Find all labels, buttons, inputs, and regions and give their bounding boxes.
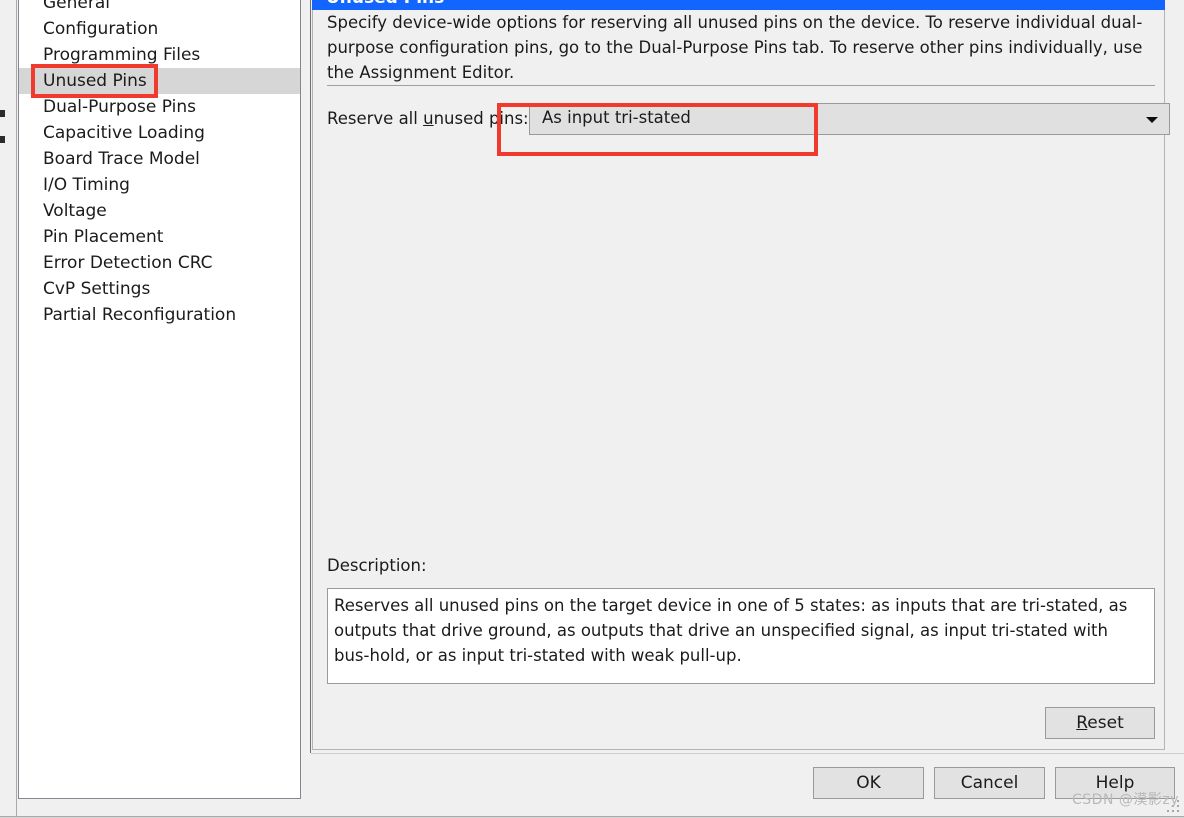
intro-description-text: Specify device-wide options for reservin… bbox=[327, 13, 1143, 82]
reserve-all-unused-pins-label: Reserve all unused pins: bbox=[327, 109, 529, 128]
sidebar-item-label: Board Trace Model bbox=[43, 149, 200, 169]
sidebar-item-voltage[interactable]: Voltage bbox=[19, 198, 300, 224]
unused-pins-dialog: Unused Pins Specify device-wide options … bbox=[310, 0, 1184, 753]
sidebar-item-general[interactable]: General bbox=[19, 0, 300, 16]
category-tree-panel[interactable]: General Configuration Programming Files Unu… bbox=[18, 0, 301, 799]
edge-artifact-lower bbox=[0, 136, 5, 143]
button-bar-divider bbox=[311, 753, 1184, 754]
sidebar-item-label: Dual-Purpose Pins bbox=[43, 97, 196, 117]
resize-grip-dot bbox=[1167, 810, 1169, 812]
sidebar-item-programming-files[interactable]: Programming Files bbox=[19, 42, 300, 68]
sidebar-item-configuration[interactable]: Configuration bbox=[19, 16, 300, 42]
reset-button[interactable]: Reset bbox=[1045, 707, 1155, 739]
reset-button-label-rest: eset bbox=[1087, 713, 1124, 733]
resize-grip-dot bbox=[1177, 810, 1179, 812]
category-tree-list: General Configuration Programming Files Unu… bbox=[19, 0, 300, 328]
reserve-label-after: nused pins: bbox=[433, 109, 529, 128]
sidebar-item-dual-purpose-pins[interactable]: Dual-Purpose Pins bbox=[19, 94, 300, 120]
sidebar-item-partial-reconfiguration[interactable]: Partial Reconfiguration bbox=[19, 302, 300, 328]
sidebar-item-label: General bbox=[43, 0, 110, 13]
sidebar-item-pin-placement[interactable]: Pin Placement bbox=[19, 224, 300, 250]
resize-grip-dot bbox=[1172, 810, 1174, 812]
dialog-button-bar: OK Cancel Help bbox=[311, 753, 1184, 818]
sidebar-item-label: Configuration bbox=[43, 19, 159, 39]
chevron-down-icon[interactable] bbox=[1146, 117, 1158, 123]
csdn-watermark: CSDN @漠影zy bbox=[1072, 792, 1179, 808]
reserve-label-before: Reserve all bbox=[327, 109, 424, 128]
sidebar-item-label: Unused Pins bbox=[43, 71, 147, 91]
reserve-all-unused-pins-select[interactable]: As input tri-stated bbox=[529, 103, 1170, 135]
section-divider bbox=[327, 85, 1155, 86]
sidebar-item-capacitive-loading[interactable]: Capacitive Loading bbox=[19, 120, 300, 146]
sidebar-item-i-o-timing[interactable]: I/O Timing bbox=[19, 172, 300, 198]
sidebar-item-label: Error Detection CRC bbox=[43, 253, 213, 273]
description-label: Description: bbox=[327, 556, 427, 575]
sidebar-item-label: CvP Settings bbox=[43, 279, 151, 299]
reset-button-mnemonic: R bbox=[1076, 713, 1088, 733]
sidebar-item-label: Partial Reconfiguration bbox=[43, 305, 237, 325]
edge-artifact-upper bbox=[0, 110, 5, 117]
reserve-label-mnemonic: u bbox=[423, 109, 434, 128]
window-left-edge bbox=[0, 0, 17, 818]
sidebar-item-error-detection-crc[interactable]: Error Detection CRC bbox=[19, 250, 300, 276]
description-text: Reserves all unused pins on the target d… bbox=[334, 596, 1128, 665]
sidebar-item-label: Pin Placement bbox=[43, 227, 164, 247]
sidebar-item-label: Capacitive Loading bbox=[43, 123, 205, 143]
sidebar-item-cvp-settings[interactable]: CvP Settings bbox=[19, 276, 300, 302]
sidebar-item-label: Programming Files bbox=[43, 45, 201, 65]
sidebar-item-unused-pins[interactable]: Unused Pins bbox=[19, 68, 300, 94]
sidebar-item-board-trace-model[interactable]: Board Trace Model bbox=[19, 146, 300, 172]
reserve-all-unused-pins-value: As input tri-stated bbox=[542, 108, 691, 127]
sidebar-item-label: Voltage bbox=[43, 201, 107, 221]
dialog-title: Unused Pins bbox=[312, 0, 1165, 10]
screenshot-root: General Configuration Programming Files Unu… bbox=[0, 0, 1184, 818]
sidebar-item-label: I/O Timing bbox=[43, 175, 130, 195]
cancel-button[interactable]: Cancel bbox=[934, 767, 1045, 799]
dialog-content-panel: Specify device-wide options for reservin… bbox=[312, 10, 1170, 750]
description-box: Reserves all unused pins on the target d… bbox=[327, 588, 1155, 684]
ok-button[interactable]: OK bbox=[813, 767, 924, 799]
